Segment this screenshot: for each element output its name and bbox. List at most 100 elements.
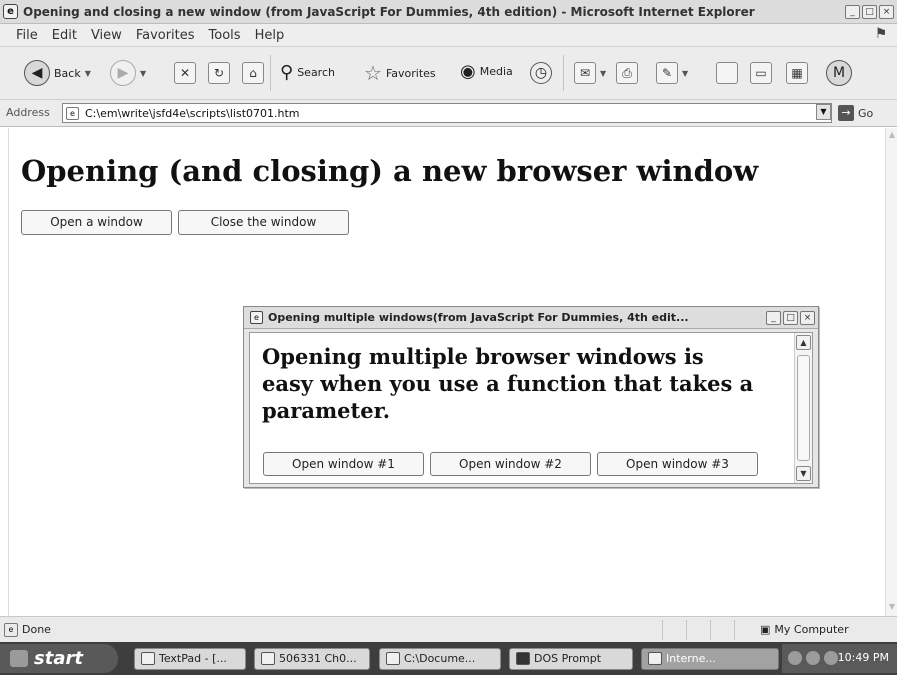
address-dropdown-icon[interactable]: ▼ bbox=[816, 104, 831, 120]
status-text: Done bbox=[22, 623, 51, 636]
media-player-icon[interactable]: M bbox=[826, 60, 852, 86]
clock: 10:49 PM bbox=[837, 651, 889, 664]
search-label: Search bbox=[297, 66, 335, 79]
close-window-button[interactable]: Close the window bbox=[178, 210, 349, 235]
window-title-bar: e Opening and closing a new window (from… bbox=[0, 0, 897, 24]
scroll-down-icon[interactable]: ▼ bbox=[887, 602, 897, 614]
minimize-button[interactable]: _ bbox=[845, 5, 860, 19]
research-icon[interactable]: ▦ bbox=[786, 62, 808, 84]
security-zone: ▣ My Computer bbox=[760, 623, 849, 636]
forward-dropdown-icon[interactable]: ▼ bbox=[140, 69, 146, 78]
search-button[interactable]: ⚲ Search bbox=[280, 62, 335, 83]
address-url: C:\em\write\jsfd4e\scripts\list0701.htm bbox=[85, 107, 300, 120]
menu-favorites[interactable]: Favorites bbox=[136, 28, 195, 43]
close-button[interactable]: × bbox=[879, 5, 894, 19]
edit-dropdown-icon[interactable]: ▼ bbox=[682, 69, 688, 78]
print-icon[interactable]: ⎙ bbox=[616, 62, 638, 84]
task-word-doc[interactable]: 506331 Ch0... bbox=[254, 648, 370, 670]
favorites-label: Favorites bbox=[385, 66, 436, 80]
forward-arrow-icon: ▶ bbox=[110, 60, 136, 86]
menu-help[interactable]: Help bbox=[255, 28, 285, 43]
favorites-star-icon: ☆ bbox=[364, 61, 382, 85]
popup-scroll-down-icon[interactable]: ▼ bbox=[796, 466, 811, 481]
mail-icon: ✉ bbox=[574, 62, 596, 84]
discuss-icon[interactable] bbox=[716, 62, 738, 84]
refresh-icon[interactable]: ↻ bbox=[208, 62, 230, 84]
mail-dropdown-icon[interactable]: ▼ bbox=[600, 69, 606, 78]
menu-edit[interactable]: Edit bbox=[52, 28, 77, 43]
standard-toolbar: ◀ Back ▼ ▶ ▼ ✕ ↻ ⌂ ⚲ Search ☆ Favorites … bbox=[0, 47, 897, 100]
task-internet-explorer[interactable]: Interne... bbox=[641, 648, 779, 670]
dos-prompt-icon bbox=[516, 651, 530, 665]
open-window-2-button[interactable]: Open window #2 bbox=[430, 452, 591, 476]
messenger-icon[interactable]: ▭ bbox=[750, 62, 772, 84]
popup-scrollbar[interactable]: ▲ ▼ bbox=[794, 333, 812, 483]
menu-tools[interactable]: Tools bbox=[209, 28, 241, 43]
page-icon: e bbox=[66, 107, 79, 120]
stop-icon[interactable]: ✕ bbox=[174, 62, 196, 84]
windows-logo-icon bbox=[10, 650, 28, 667]
popup-message: Opening multiple browser windows is easy… bbox=[262, 344, 754, 423]
zone-label: My Computer bbox=[774, 623, 849, 636]
task-explorer-folder[interactable]: C:\Docume... bbox=[379, 648, 501, 670]
popup-maximize-button[interactable]: □ bbox=[783, 311, 798, 325]
menu-view[interactable]: View bbox=[91, 28, 122, 43]
system-tray: 10:49 PM bbox=[782, 644, 897, 673]
task-textpad[interactable]: TextPad - [... bbox=[134, 648, 246, 670]
address-bar: Address e C:\em\write\jsfd4e\scripts\lis… bbox=[0, 100, 897, 127]
history-icon[interactable]: ◷ bbox=[530, 62, 552, 84]
folder-icon bbox=[386, 651, 400, 665]
open-window-1-button[interactable]: Open window #1 bbox=[263, 452, 424, 476]
back-dropdown-icon[interactable]: ▼ bbox=[85, 69, 91, 78]
popup-window: e Opening multiple windows(from JavaScri… bbox=[243, 306, 819, 488]
media-icon: ◉ bbox=[460, 61, 476, 82]
favorites-button[interactable]: ☆ Favorites bbox=[364, 61, 436, 85]
menu-file[interactable]: File bbox=[16, 28, 38, 43]
textpad-icon bbox=[141, 651, 155, 665]
edit-button[interactable]: ✎ ▼ bbox=[656, 62, 688, 84]
page-heading: Opening (and closing) a new browser wind… bbox=[21, 154, 759, 188]
task-dos-prompt[interactable]: DOS Prompt bbox=[509, 648, 633, 670]
popup-close-button[interactable]: × bbox=[800, 311, 815, 325]
status-bar: e Done ▣ My Computer bbox=[0, 616, 897, 642]
media-label: Media bbox=[479, 65, 513, 78]
ie-app-icon[interactable]: e bbox=[3, 4, 18, 19]
maximize-button[interactable]: □ bbox=[862, 5, 877, 19]
start-label: start bbox=[34, 648, 83, 669]
forward-button[interactable]: ▶ ▼ bbox=[110, 60, 146, 86]
my-computer-icon: ▣ bbox=[760, 623, 771, 636]
mail-button[interactable]: ✉ ▼ bbox=[574, 62, 606, 84]
word-doc-icon bbox=[261, 651, 275, 665]
address-input[interactable]: e C:\em\write\jsfd4e\scripts\list0701.ht… bbox=[62, 103, 832, 123]
start-button[interactable]: start bbox=[0, 644, 118, 673]
back-button[interactable]: ◀ Back ▼ bbox=[24, 60, 91, 86]
tray-arrow-icon[interactable] bbox=[788, 651, 802, 665]
home-icon[interactable]: ⌂ bbox=[242, 62, 264, 84]
media-button[interactable]: ◉ Media bbox=[460, 61, 513, 82]
popup-scroll-up-icon[interactable]: ▲ bbox=[796, 335, 811, 350]
open-window-3-button[interactable]: Open window #3 bbox=[597, 452, 758, 476]
status-panels bbox=[662, 620, 758, 640]
popup-content: Opening multiple browser windows is easy… bbox=[249, 332, 813, 484]
tray-network-icon[interactable] bbox=[806, 651, 820, 665]
ie-icon bbox=[648, 651, 662, 665]
window-controls: _ □ × bbox=[845, 5, 894, 19]
popup-window-controls: _ □ × bbox=[766, 311, 815, 325]
popup-title-bar: e Opening multiple windows(from JavaScri… bbox=[244, 307, 818, 329]
tray-volume-icon[interactable] bbox=[824, 651, 838, 665]
go-arrow-icon: → bbox=[838, 105, 854, 121]
edit-icon: ✎ bbox=[656, 62, 678, 84]
address-label: Address bbox=[6, 106, 50, 119]
popup-ie-icon[interactable]: e bbox=[250, 311, 263, 324]
go-button[interactable]: → Go bbox=[838, 105, 873, 121]
popup-scroll-thumb[interactable] bbox=[797, 355, 810, 461]
scroll-up-icon[interactable]: ▲ bbox=[887, 130, 897, 142]
menu-bar: File Edit View Favorites Tools Help ⚑ bbox=[0, 24, 897, 47]
popup-minimize-button[interactable]: _ bbox=[766, 311, 781, 325]
go-label: Go bbox=[858, 106, 874, 120]
back-label: Back bbox=[54, 66, 81, 80]
page-scrollbar[interactable]: ▲ ▼ bbox=[885, 128, 897, 616]
popup-title: Opening multiple windows(from JavaScript… bbox=[268, 311, 689, 324]
open-window-button[interactable]: Open a window bbox=[21, 210, 172, 235]
status-page-icon: e bbox=[4, 623, 18, 637]
